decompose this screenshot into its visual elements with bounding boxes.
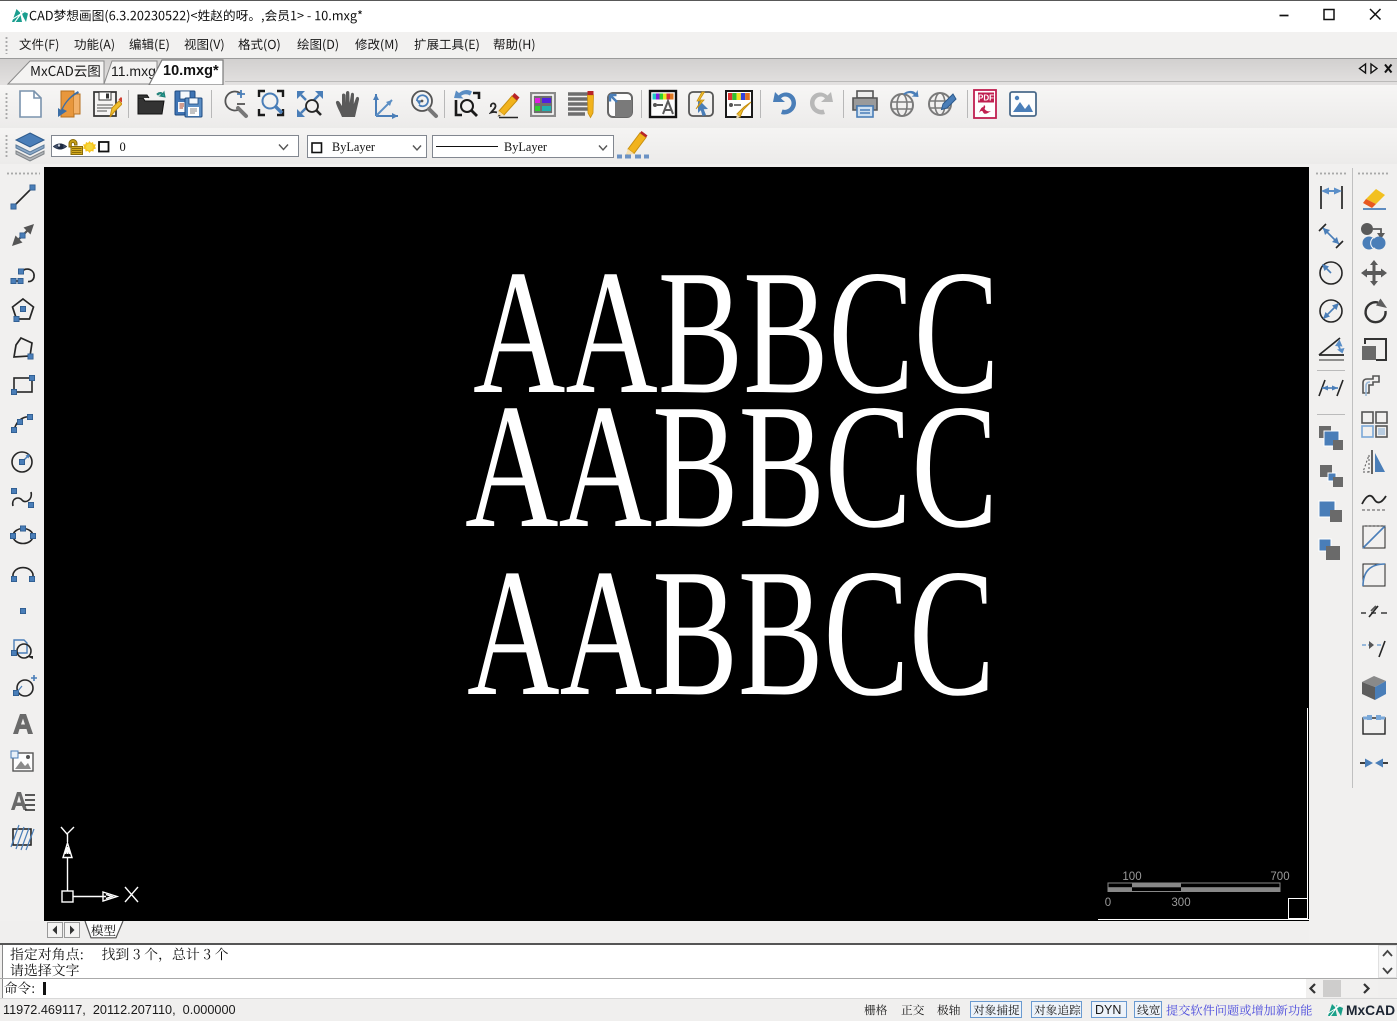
svg-text:700: 700 [1270,871,1289,883]
svg-text:100: 100 [1122,871,1141,883]
svg-text:0: 0 [1105,897,1111,908]
svg-text:300: 300 [1171,897,1190,908]
svg-text:PDF: PDF [978,94,994,103]
